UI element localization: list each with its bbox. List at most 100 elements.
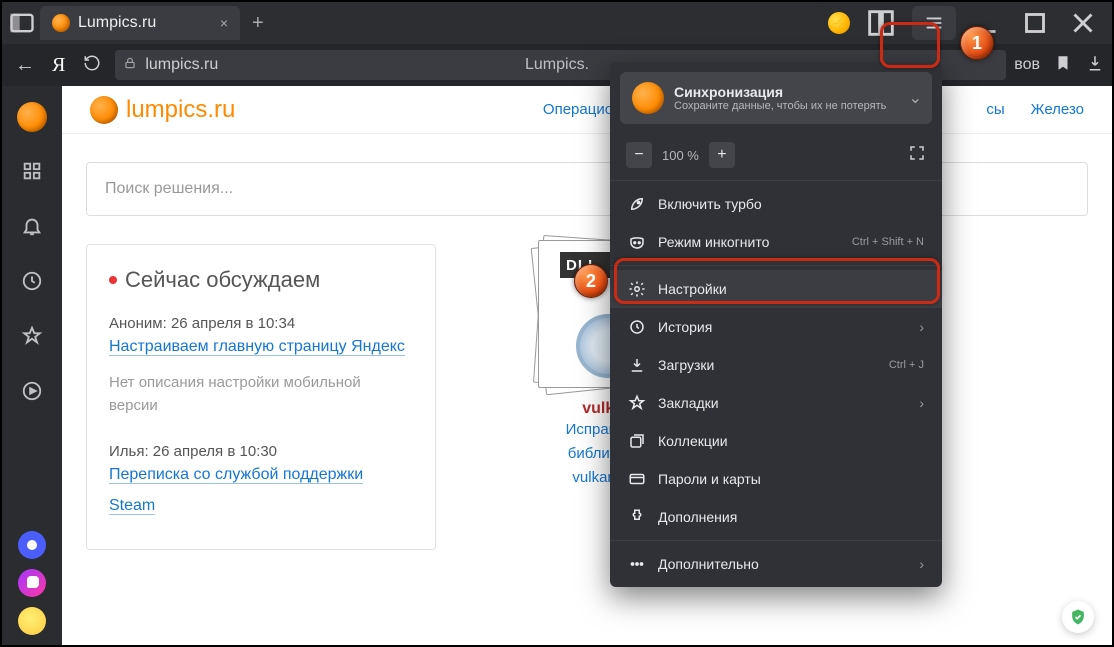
site-header: lumpics.ru Операционны сы Железо	[62, 86, 1112, 134]
sidebar-site-icon[interactable]	[17, 102, 47, 132]
tab-title: Lumpics.ru	[78, 14, 156, 32]
yandex-logo-icon[interactable]: Я	[48, 54, 69, 77]
rocket-icon	[628, 195, 646, 213]
main-menu-panel: Синхронизация Сохраните данные, чтобы их…	[610, 62, 942, 587]
security-shield-icon[interactable]	[1062, 601, 1094, 633]
menu-history-label: История	[658, 319, 712, 335]
browser-tab[interactable]: Lumpics.ru ×	[40, 6, 240, 40]
menu-sync-box[interactable]: Синхронизация Сохраните данные, чтобы их…	[620, 72, 932, 124]
menu-addons[interactable]: Дополнения	[610, 498, 942, 536]
site-logo-icon	[90, 96, 118, 124]
reader-icon[interactable]	[864, 6, 898, 40]
chevron-down-icon: ⌄	[909, 88, 922, 108]
menu-downloads[interactable]: Загрузки Ctrl + J	[610, 346, 942, 384]
menu-incognito[interactable]: Режим инкогнито Ctrl + Shift + N	[610, 223, 942, 261]
window-close-icon[interactable]	[1066, 6, 1100, 40]
menu-passwords[interactable]: Пароли и карты	[610, 460, 942, 498]
menu-zoom-row: − 100 % +	[610, 134, 942, 176]
annotation-marker-2: 2	[574, 264, 608, 298]
menu-addons-label: Дополнения	[658, 509, 737, 525]
menu-collections-label: Коллекции	[658, 433, 728, 449]
address-trailing-text: вов	[1014, 56, 1040, 74]
annotation-marker-1: 1	[960, 26, 994, 60]
chevron-right-icon: ›	[919, 319, 924, 335]
reload-button[interactable]	[77, 54, 107, 77]
downloads-icon[interactable]	[1086, 54, 1104, 77]
clock-icon	[628, 318, 646, 336]
sidebar-history-icon[interactable]	[21, 270, 43, 297]
card-icon	[628, 470, 646, 488]
gear-menu-icon	[628, 280, 646, 298]
menu-turbo[interactable]: Включить турбо	[610, 185, 942, 223]
marker-2-text: 2	[586, 271, 596, 292]
site-search-placeholder: Поиск решения...	[105, 180, 233, 198]
menu-history[interactable]: История ›	[610, 308, 942, 346]
nav-hardware[interactable]: Железо	[1031, 101, 1084, 118]
menu-incognito-hotkey: Ctrl + Shift + N	[852, 236, 924, 248]
marker-1-text: 1	[972, 33, 982, 54]
menu-settings-label: Настройки	[658, 281, 727, 297]
address-bar: ← Я lumpics.ru Lumpics. вов	[2, 44, 1112, 86]
menu-bookmarks-label: Закладки	[658, 395, 719, 411]
sidebar-toggle-icon[interactable]	[8, 9, 36, 37]
nav-item-2[interactable]: сы	[986, 101, 1004, 118]
download-menu-icon	[628, 356, 646, 374]
zoom-out-button[interactable]: −	[626, 142, 652, 168]
post-2-meta: Илья: 26 апреля в 10:30	[109, 443, 413, 460]
sidebar-service-2-icon[interactable]	[18, 569, 46, 597]
tab-favicon-icon	[52, 14, 70, 32]
url-domain: lumpics.ru	[145, 56, 218, 74]
menu-downloads-hotkey: Ctrl + J	[889, 359, 924, 371]
menu-downloads-label: Загрузки	[658, 357, 714, 373]
sidebar-play-icon[interactable]	[21, 380, 43, 407]
zoom-in-button[interactable]: +	[709, 142, 735, 168]
menu-more-label: Дополнительно	[658, 556, 759, 572]
menu-bookmarks[interactable]: Закладки ›	[610, 384, 942, 422]
sidebar-service-3-icon[interactable]	[18, 607, 46, 635]
new-tab-button[interactable]: +	[240, 12, 276, 35]
live-dot-icon	[109, 276, 117, 284]
star-menu-icon	[628, 394, 646, 412]
discuss-heading: Сейчас обсуждаем	[109, 267, 413, 293]
menu-turbo-label: Включить турбо	[658, 196, 762, 212]
menu-settings[interactable]: Настройки	[610, 270, 942, 308]
zoom-percent: 100 %	[662, 148, 699, 163]
tab-close-icon[interactable]: ×	[220, 15, 228, 31]
site-logo[interactable]: lumpics.ru	[90, 96, 235, 124]
lock-icon	[123, 56, 137, 75]
chevron-right-icon: ›	[919, 395, 924, 411]
main-menu-button[interactable]	[912, 6, 956, 40]
post-1-link[interactable]: Настраиваем главную страницу Яндекс	[109, 338, 405, 356]
dots-icon	[628, 555, 646, 573]
post-1-note: Нет описания настройки мобильной версии	[109, 372, 413, 417]
address-page-title: Lumpics.	[525, 56, 589, 74]
discuss-heading-text: Сейчас обсуждаем	[125, 267, 320, 293]
back-button[interactable]: ←	[10, 54, 40, 77]
mask-icon	[628, 233, 646, 251]
collections-icon	[628, 432, 646, 450]
sidebar-apps-icon[interactable]	[21, 160, 43, 187]
post-1-meta: Аноним: 26 апреля в 10:34	[109, 315, 413, 332]
turbo-indicator-icon[interactable]: ⚡	[828, 12, 850, 34]
bookmark-icon[interactable]	[1054, 54, 1072, 77]
fullscreen-icon[interactable]	[908, 144, 926, 167]
page-content: lumpics.ru Операционны сы Железо Поиск р…	[62, 86, 1112, 645]
post-2-link[interactable]: Переписка со службой поддержки Steam	[109, 466, 363, 514]
sync-title: Синхронизация	[674, 84, 886, 100]
menu-passwords-label: Пароли и карты	[658, 471, 761, 487]
chevron-right-icon: ›	[919, 556, 924, 572]
sync-avatar-icon	[632, 82, 664, 114]
puzzle-icon	[628, 508, 646, 526]
menu-collections[interactable]: Коллекции	[610, 422, 942, 460]
sidebar-service-1-icon[interactable]	[18, 531, 46, 559]
menu-more[interactable]: Дополнительно ›	[610, 545, 942, 583]
discuss-card: Сейчас обсуждаем Аноним: 26 апреля в 10:…	[86, 244, 436, 550]
sidebar-star-icon[interactable]	[21, 325, 43, 352]
sidebar-bell-icon[interactable]	[21, 215, 43, 242]
site-logo-text: lumpics.ru	[126, 96, 235, 124]
tab-strip: Lumpics.ru × + ⚡	[2, 2, 1112, 44]
menu-incognito-label: Режим инкогнито	[658, 234, 769, 250]
browser-sidebar	[2, 86, 62, 645]
window-maximize-icon[interactable]	[1018, 6, 1052, 40]
sync-subtitle: Сохраните данные, чтобы их не потерять	[674, 100, 886, 112]
